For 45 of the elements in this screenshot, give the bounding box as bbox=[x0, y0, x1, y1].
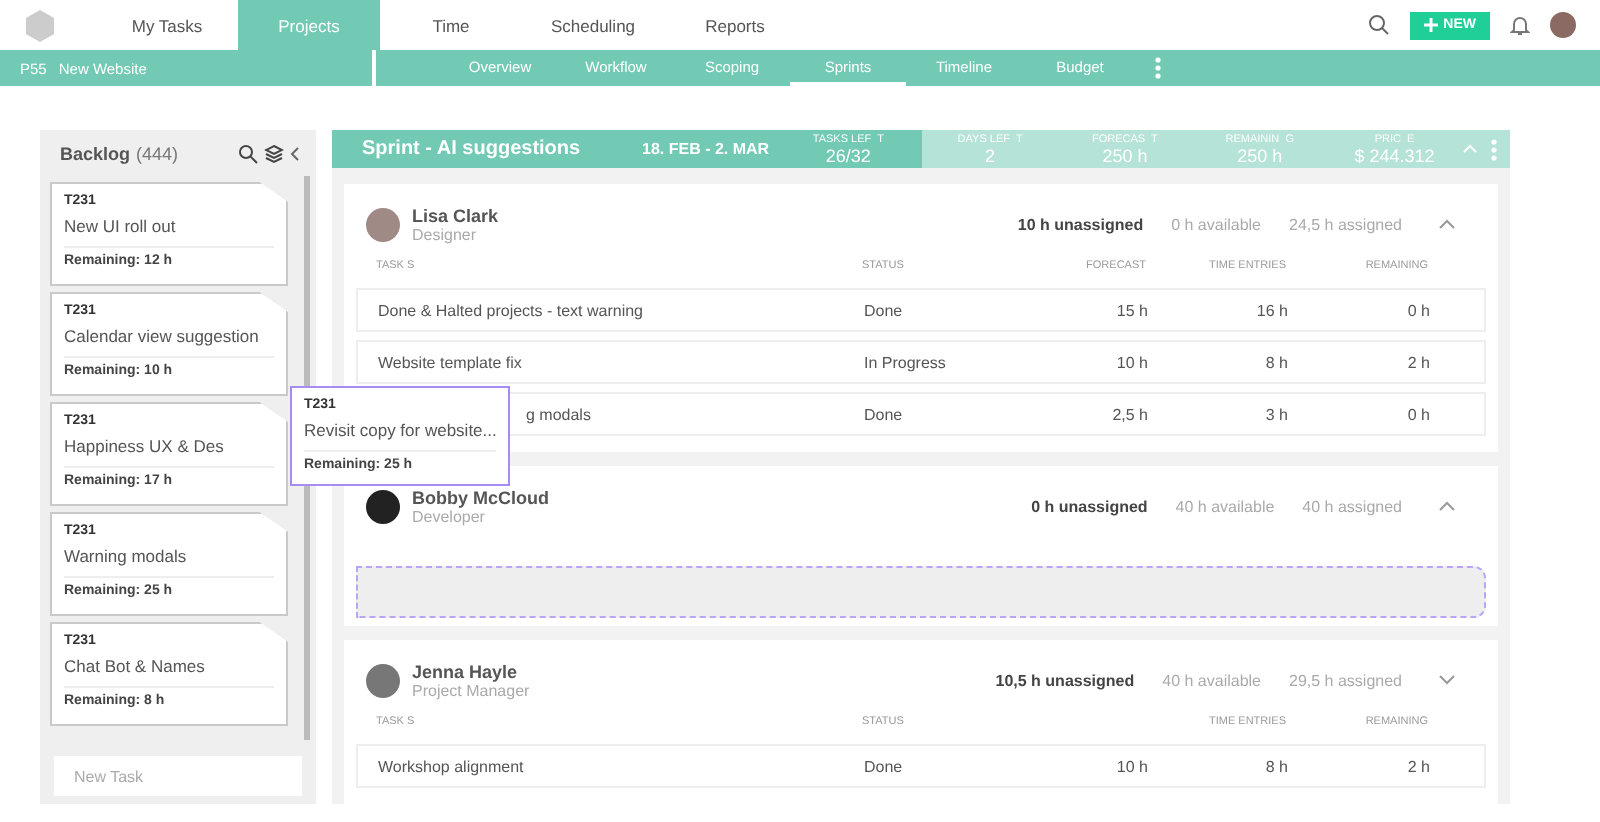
member-role: Designer bbox=[412, 225, 479, 243]
remaining-hours: 0 h bbox=[1405, 405, 1430, 423]
time-entries: 8 h bbox=[1263, 757, 1288, 775]
available-hours: 40 h available bbox=[1162, 671, 1261, 689]
member-name: Bobby McCloud bbox=[412, 487, 549, 507]
task-title: Warning modals bbox=[64, 546, 274, 578]
task-status: Done bbox=[864, 757, 905, 775]
sprint-title: Sprint - AI suggestions bbox=[362, 138, 583, 160]
task-status: Done bbox=[864, 405, 905, 423]
remaining-hours: 2 h bbox=[1405, 353, 1430, 371]
task-title: Revisit copy for website... bbox=[304, 420, 496, 452]
task-name: Done & Halted projects - text warning bbox=[378, 301, 646, 319]
remaining-hours: 2 h bbox=[1405, 757, 1430, 775]
member-role: Developer bbox=[412, 507, 487, 525]
member-name: Jenna Hayle bbox=[412, 661, 518, 681]
available-hours: 40 h available bbox=[1175, 497, 1275, 515]
task-status: In Progress bbox=[864, 353, 948, 371]
available-hours: 0 h available bbox=[1171, 215, 1261, 233]
task-status: Done bbox=[864, 301, 905, 319]
task-name: Website template fix bbox=[378, 353, 524, 371]
task-title: Happiness UX & Des bbox=[64, 436, 274, 468]
sprint-dates: 18. FEB - 2. MAR bbox=[642, 140, 772, 158]
task-title: New UI roll out bbox=[64, 216, 274, 248]
backlog-title: Backlog bbox=[60, 143, 131, 163]
assigned-hours: 40 h assigned bbox=[1302, 497, 1402, 515]
forecast-hours: 2,5 h bbox=[1110, 405, 1148, 423]
member-name: Lisa Clark bbox=[412, 205, 499, 225]
member-role: Project Manager bbox=[412, 681, 530, 699]
unassigned-hours: 0 h unassigned bbox=[1031, 497, 1148, 515]
assigned-hours: 29,5 h assigned bbox=[1289, 671, 1402, 689]
remaining-hours: 0 h bbox=[1405, 301, 1430, 319]
task-name: g modals bbox=[526, 405, 593, 423]
time-entries: 8 h bbox=[1263, 353, 1288, 371]
task-title: Calendar view suggestion bbox=[64, 326, 274, 358]
forecast-hours: 10 h bbox=[1114, 757, 1148, 775]
time-entries: 3 h bbox=[1263, 405, 1288, 423]
forecast-hours: 10 h bbox=[1114, 353, 1148, 371]
backlog-count: (444) bbox=[136, 143, 179, 163]
time-entries: 16 h bbox=[1254, 301, 1288, 319]
unassigned-hours: 10 h unassigned bbox=[1017, 215, 1144, 233]
forecast-hours: 15 h bbox=[1114, 301, 1148, 319]
assigned-hours: 24,5 h assigned bbox=[1289, 215, 1402, 233]
task-name: Workshop alignment bbox=[378, 757, 526, 775]
unassigned-hours: 10,5 h unassigned bbox=[995, 671, 1135, 689]
task-title: Chat Bot & Names bbox=[64, 656, 274, 688]
